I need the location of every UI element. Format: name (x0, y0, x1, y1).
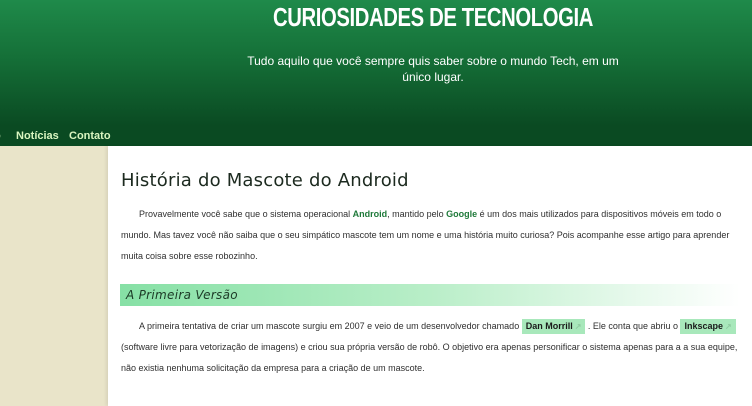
android-keyword: Android (352, 209, 388, 219)
external-link-icon: ↗ (725, 322, 732, 331)
inkscape-label: Inkscape (684, 321, 724, 331)
section-header: A Primeira Versão (120, 284, 740, 306)
nav-item-noticias[interactable]: Notícias (16, 129, 59, 143)
intro-text-1: Provavelmente você sabe que o sistema op… (139, 209, 353, 219)
site-header: CURIOSIDADES DE TECNOLOGIA Tudo aquilo q… (0, 0, 752, 126)
sidebar (0, 146, 108, 406)
dan-morrill-label: Dan Morrill (525, 321, 573, 331)
main-nav: o Notícias Contato (0, 126, 752, 146)
section-text-1: A primeira tentativa de criar um mascote… (139, 321, 522, 331)
intro-paragraph: Provavelmente você sabe que o sistema op… (121, 204, 751, 267)
section-paragraph: A primeira tentativa de criar um mascote… (121, 316, 751, 379)
section-text-2: . Ele conta que abriu o (585, 321, 681, 331)
inkscape-link[interactable]: Inkscape ↗ (680, 319, 736, 334)
nav-item-contato[interactable]: Contato (69, 129, 111, 143)
site-title: CURIOSIDADES DE TECNOLOGIA (273, 2, 593, 32)
section-text-3: (software livre para vetorização de imag… (121, 342, 738, 373)
nav-item-home[interactable]: o (0, 129, 1, 143)
section-title: A Primeira Versão (126, 288, 238, 302)
external-link-icon: ↗ (574, 322, 582, 331)
site-subtitle: Tudo aquilo que você sempre quis saber s… (247, 54, 619, 84)
dan-morrill-link[interactable]: Dan Morrill ↗ (521, 319, 586, 334)
intro-text-2: , mantido pelo (387, 209, 447, 219)
google-keyword: Google (446, 209, 478, 219)
article-title: História do Mascote do Android (121, 170, 409, 191)
main-content: História do Mascote do Android Provavelm… (108, 146, 752, 406)
